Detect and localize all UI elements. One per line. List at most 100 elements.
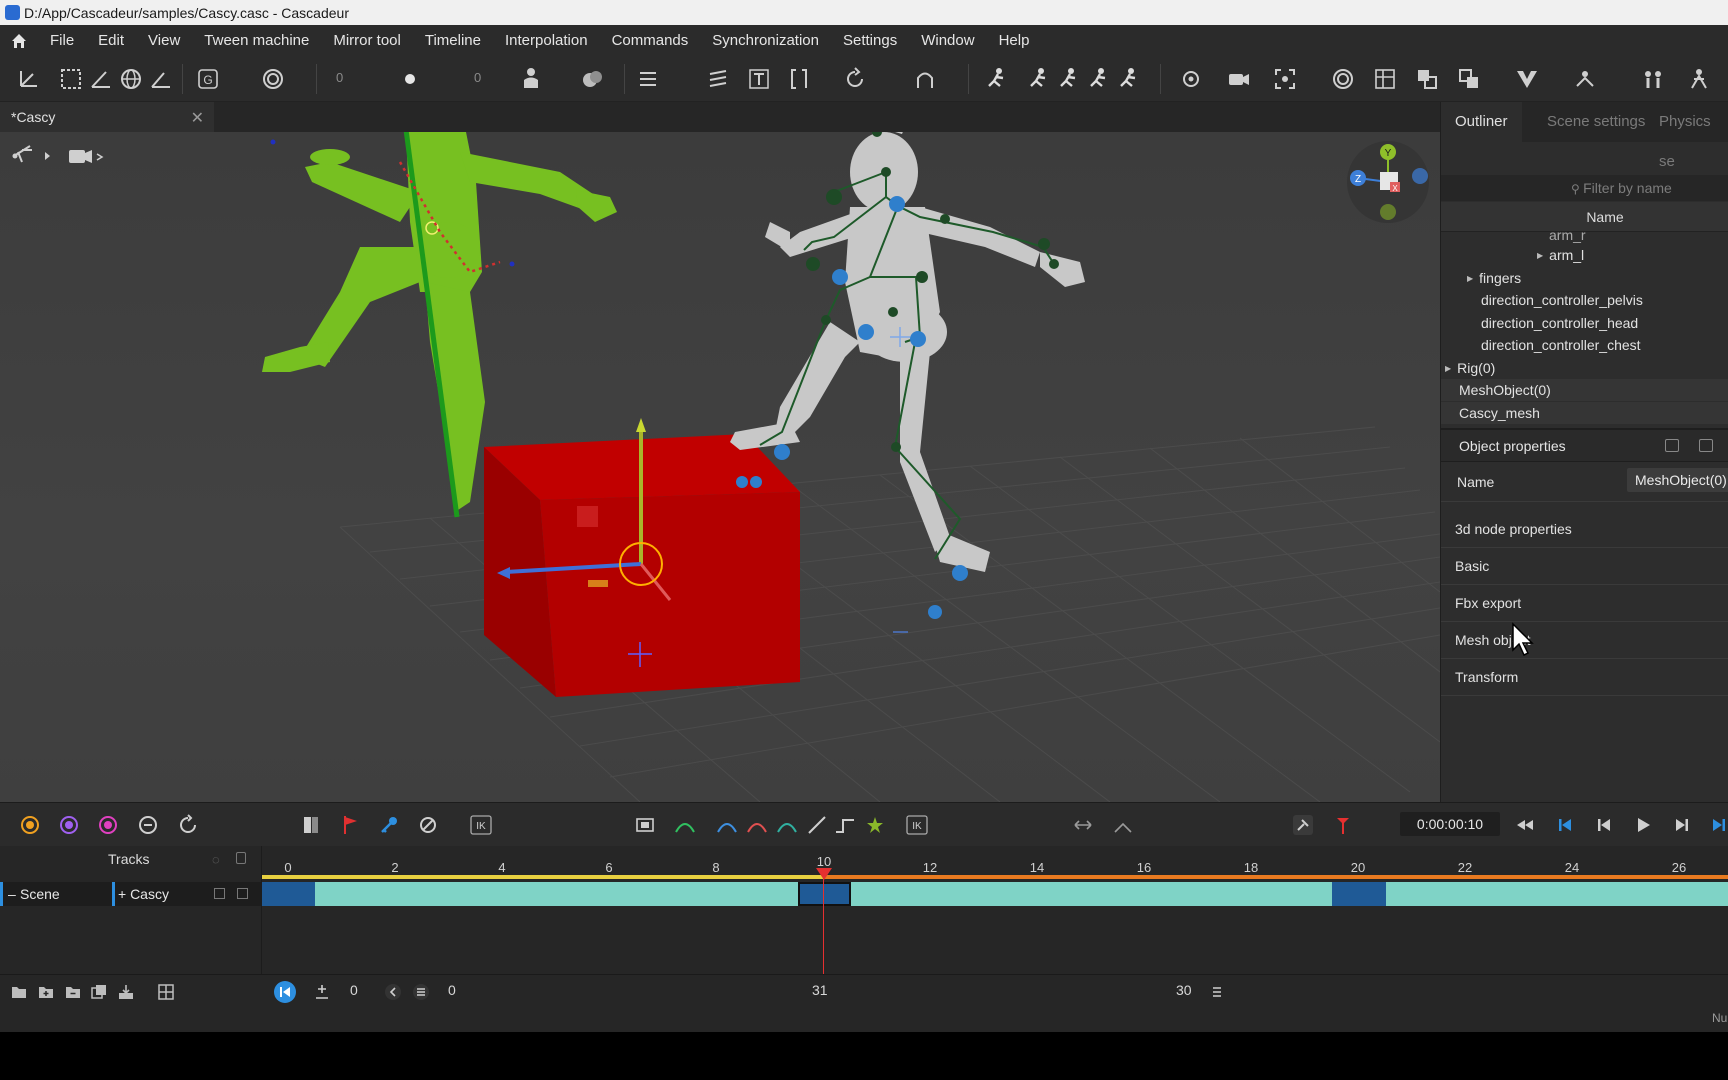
filter-input[interactable]: ⚲ Filter by name (1441, 175, 1728, 201)
track-area[interactable] (262, 874, 1728, 974)
angle-measure-icon[interactable] (148, 66, 174, 92)
toolbar-field-1[interactable]: 0 (336, 70, 343, 85)
character-icon[interactable] (518, 66, 544, 92)
target-icon[interactable] (1178, 66, 1204, 92)
grid-icon[interactable] (1372, 66, 1398, 92)
layers-2-icon[interactable] (1456, 66, 1482, 92)
global-local-icon[interactable]: G (196, 66, 222, 92)
rotate-icon[interactable] (842, 66, 868, 92)
home-icon[interactable] (0, 25, 38, 56)
track-visibility-checkbox[interactable] (214, 888, 225, 899)
menu-help[interactable]: Help (987, 25, 1042, 56)
key-icon[interactable] (378, 814, 400, 836)
pose-icon-2[interactable] (1026, 66, 1052, 92)
shape-icon[interactable] (580, 66, 606, 92)
section-transform[interactable]: Transform (1441, 659, 1728, 696)
section-fbx-export[interactable]: Fbx export (1441, 585, 1728, 622)
keyframe-block[interactable] (1332, 882, 1386, 906)
interval-icon-orange[interactable] (19, 814, 41, 836)
section-mesh-object[interactable]: Mesh object (1441, 622, 1728, 659)
linear-icon[interactable] (806, 814, 828, 836)
add-frame-icon[interactable] (313, 983, 331, 1001)
disable-icon[interactable] (417, 814, 439, 836)
menu-lines-end-icon[interactable] (1208, 983, 1226, 1001)
sphere-tool-icon[interactable] (118, 66, 144, 92)
outliner-row-arm-r[interactable]: arm_r (1441, 232, 1728, 244)
text-tool-icon[interactable] (746, 66, 772, 92)
scene-track-row[interactable]: – Scene + Cascy (0, 882, 262, 906)
playhead-handle-icon[interactable] (814, 868, 834, 880)
menu-synchronization[interactable]: Synchronization (700, 25, 831, 56)
add-folder-icon[interactable] (37, 983, 55, 1001)
cascy-track-label[interactable]: + Cascy (118, 882, 169, 906)
pose-icon-4[interactable] (1086, 66, 1112, 92)
focus-icon[interactable] (1272, 66, 1298, 92)
jump-start-button[interactable] (274, 981, 296, 1003)
ik-mode-button[interactable]: IK (906, 814, 930, 836)
menu-edit[interactable]: Edit (86, 25, 136, 56)
layers-icon[interactable] (1414, 66, 1440, 92)
outliner-name-header[interactable]: Name (1441, 202, 1728, 232)
menu-window[interactable]: Window (909, 25, 986, 56)
prev-arrow-icon[interactable] (384, 983, 402, 1001)
layout-icon[interactable] (157, 983, 175, 1001)
pin-tool-icon[interactable] (1292, 814, 1314, 836)
play-icon[interactable] (1632, 814, 1654, 836)
fit-view-icon[interactable] (634, 814, 656, 836)
stretch-icon[interactable] (1072, 814, 1094, 836)
cascy-track-bar[interactable] (262, 882, 1728, 906)
bracket-icon[interactable] (786, 66, 812, 92)
visibility-icon[interactable]: ◌ (212, 852, 220, 867)
refresh-icon[interactable] (177, 814, 199, 836)
collapse-all-icon[interactable] (1665, 439, 1679, 452)
curve-teal-icon[interactable] (776, 814, 798, 836)
timecode-display[interactable]: 0:00:00:10 (1400, 812, 1500, 836)
lock-icon[interactable] (236, 852, 246, 864)
outliner-row-direction-controller-pelvis[interactable]: direction_controller_pelvis (1441, 289, 1728, 311)
section-3d-node-properties[interactable]: 3d node properties (1441, 511, 1728, 548)
menu-view[interactable]: View (136, 25, 192, 56)
outliner-row-direction-controller-chest[interactable]: direction_controller_chest (1441, 334, 1728, 356)
menu-commands[interactable]: Commands (600, 25, 701, 56)
pose-icon-5[interactable] (1116, 66, 1142, 92)
physics-icon[interactable] (1572, 66, 1598, 92)
section-basic[interactable]: Basic (1441, 548, 1728, 585)
curve-green-icon[interactable] (674, 814, 696, 836)
name-field[interactable]: MeshObject(0) (1627, 468, 1728, 492)
import-icon[interactable] (117, 983, 135, 1001)
menu-mirror-tool[interactable]: Mirror tool (321, 25, 413, 56)
keyframe-split-icon[interactable] (300, 814, 322, 836)
outliner-row-arm-l[interactable]: ▶ arm_l (1441, 244, 1728, 266)
menu-interpolation[interactable]: Interpolation (493, 25, 600, 56)
step-icon[interactable] (834, 814, 856, 836)
figure-icon[interactable] (1686, 66, 1712, 92)
remove-folder-icon[interactable] (64, 983, 82, 1001)
menu-tween-machine[interactable]: Tween machine (192, 25, 321, 56)
scene-collapse-icon[interactable]: – (8, 882, 16, 906)
pose-icon-1[interactable] (984, 66, 1010, 92)
duplicate-icon[interactable] (90, 983, 108, 1001)
go-to-end-icon[interactable] (1708, 814, 1728, 836)
outliner-row-rig[interactable]: ▶ Rig(0) (1441, 357, 1728, 379)
outliner-row-cascy-mesh[interactable]: Cascy_mesh (1441, 402, 1728, 424)
outliner-row-fingers[interactable]: ▶ fingers (1441, 267, 1728, 289)
angle-tool-icon[interactable] (88, 66, 114, 92)
playhead-line[interactable] (823, 874, 824, 974)
axis-tool-icon[interactable] (16, 66, 42, 92)
outliner-row-meshobject[interactable]: MeshObject(0) (1441, 379, 1728, 401)
interval-icon-pink[interactable] (97, 814, 119, 836)
range-end-field[interactable]: 30 (1176, 982, 1192, 998)
select-rect-icon[interactable] (58, 66, 84, 92)
list-icon[interactable] (636, 66, 662, 92)
curve-red-icon[interactable] (746, 814, 768, 836)
menu-timeline[interactable]: Timeline (413, 25, 493, 56)
curve-blue-icon[interactable] (716, 814, 738, 836)
spiral-icon[interactable] (260, 66, 286, 92)
pin-icon[interactable] (912, 66, 938, 92)
spiral-2-icon[interactable] (1330, 66, 1356, 92)
stripe-icon[interactable] (706, 66, 732, 92)
prev-key-icon[interactable] (1593, 814, 1615, 836)
ik-toggle-button[interactable]: IK (470, 814, 494, 836)
pose-icon-3[interactable] (1056, 66, 1082, 92)
next-key-icon[interactable] (1671, 814, 1693, 836)
